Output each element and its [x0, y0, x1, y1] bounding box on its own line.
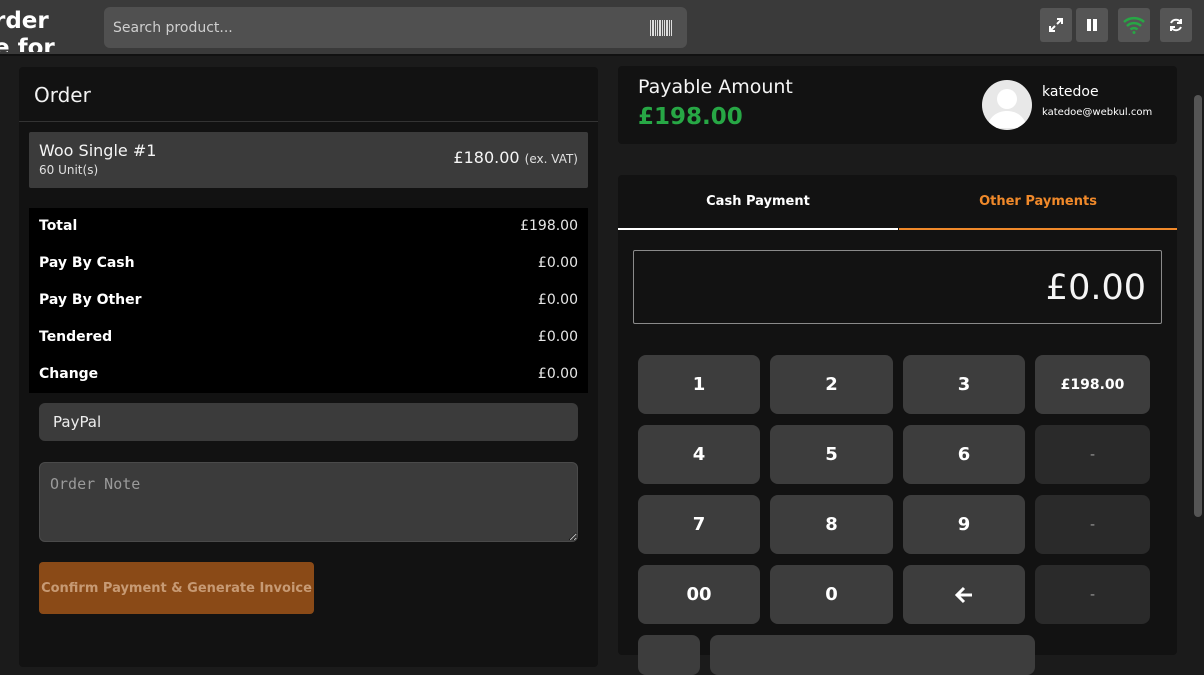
- pause-icon: [1087, 19, 1097, 31]
- summary-value: £0.00: [537, 292, 578, 308]
- fullscreen-button[interactable]: [1040, 8, 1072, 42]
- key-1[interactable]: 1: [638, 355, 760, 414]
- summary-row-change: Change £0.00: [29, 356, 588, 393]
- payment-method-field[interactable]: PayPal: [39, 403, 578, 441]
- refresh-icon: [1170, 18, 1182, 32]
- brand-line-2: e for: [0, 35, 55, 52]
- summary-value: £198.00: [520, 218, 578, 234]
- tab-other-payments[interactable]: Other Payments: [899, 175, 1177, 230]
- wifi-button[interactable]: [1118, 8, 1150, 42]
- summary-label: Total: [39, 218, 78, 234]
- barcode-icon[interactable]: [650, 20, 672, 36]
- key-6[interactable]: 6: [903, 425, 1025, 484]
- order-summary: Total £198.00 Pay By Cash £0.00 Pay By O…: [29, 208, 588, 393]
- user-name: katedoe: [1042, 84, 1099, 100]
- summary-row-tendered: Tendered £0.00: [29, 319, 588, 356]
- payment-method-value: PayPal: [53, 413, 102, 431]
- key-partial[interactable]: [638, 635, 700, 675]
- search-bar: [104, 7, 687, 48]
- empty-quick-button[interactable]: -: [1035, 565, 1150, 624]
- key-5[interactable]: 5: [770, 425, 893, 484]
- summary-value: £0.00: [537, 366, 578, 382]
- key-2[interactable]: 2: [770, 355, 893, 414]
- empty-quick-button[interactable]: -: [1035, 425, 1150, 484]
- key-8[interactable]: 8: [770, 495, 893, 554]
- summary-label: Change: [39, 366, 99, 382]
- summary-value: £0.00: [537, 329, 578, 345]
- key-00[interactable]: 00: [638, 565, 760, 624]
- item-name: Woo Single #1: [39, 141, 157, 160]
- payment-panel: Cash Payment Other Payments £0.00 1 2 3 …: [618, 175, 1177, 675]
- quick-amount-button[interactable]: £198.00: [1035, 355, 1150, 414]
- summary-row-pay-by-other: Pay By Other £0.00: [29, 282, 588, 319]
- arrow-left-icon: [955, 586, 972, 603]
- user-email: katedoe@webkul.com: [1042, 107, 1153, 118]
- summary-label: Pay By Other: [39, 292, 142, 308]
- summary-row-total: Total £198.00: [29, 208, 588, 245]
- order-title: Order: [34, 83, 91, 107]
- summary-label: Pay By Cash: [39, 255, 135, 271]
- user-avatar-icon: [987, 89, 1027, 128]
- item-price-value: £180.00: [453, 148, 520, 167]
- empty-quick-button[interactable]: -: [1035, 495, 1150, 554]
- amount-display[interactable]: £0.00: [633, 250, 1162, 324]
- fullscreen-icon: [1049, 18, 1063, 32]
- scrollbar[interactable]: [1194, 95, 1202, 517]
- key-4[interactable]: 4: [638, 425, 760, 484]
- item-vat-note: (ex. VAT): [524, 152, 578, 166]
- payable-card: Payable Amount £198.00 katedoe katedoe@w…: [618, 66, 1177, 144]
- confirm-payment-button[interactable]: Confirm Payment & Generate Invoice: [39, 562, 314, 614]
- pause-button[interactable]: [1076, 8, 1108, 42]
- brand-line-1: rder: [0, 8, 49, 34]
- cart-item[interactable]: Woo Single #1 60 Unit(s) £180.00 (ex. VA…: [29, 132, 588, 188]
- avatar: [982, 80, 1032, 130]
- divider: [19, 121, 598, 122]
- item-quantity: 60 Unit(s): [39, 163, 99, 177]
- backspace-button[interactable]: [903, 565, 1025, 624]
- wifi-icon: [1123, 17, 1145, 34]
- top-bar: rder e for: [0, 0, 1204, 56]
- tab-cash-payment[interactable]: Cash Payment: [618, 175, 898, 230]
- summary-value: £0.00: [537, 255, 578, 271]
- payable-amount: £198.00: [638, 104, 743, 130]
- key-wide-partial[interactable]: [710, 635, 1035, 675]
- brand-title: rder e for: [0, 8, 64, 52]
- order-panel: Order Woo Single #1 60 Unit(s) £180.00 (…: [19, 67, 598, 667]
- summary-row-pay-by-cash: Pay By Cash £0.00: [29, 245, 588, 282]
- amount-display-value: £0.00: [1045, 268, 1146, 308]
- summary-label: Tendered: [39, 329, 113, 345]
- order-note-input[interactable]: [39, 462, 578, 542]
- search-input[interactable]: [104, 7, 634, 48]
- refresh-button[interactable]: [1160, 8, 1192, 42]
- key-7[interactable]: 7: [638, 495, 760, 554]
- key-3[interactable]: 3: [903, 355, 1025, 414]
- payable-label: Payable Amount: [638, 76, 793, 98]
- item-price: £180.00 (ex. VAT): [453, 148, 578, 167]
- key-9[interactable]: 9: [903, 495, 1025, 554]
- key-0[interactable]: 0: [770, 565, 893, 624]
